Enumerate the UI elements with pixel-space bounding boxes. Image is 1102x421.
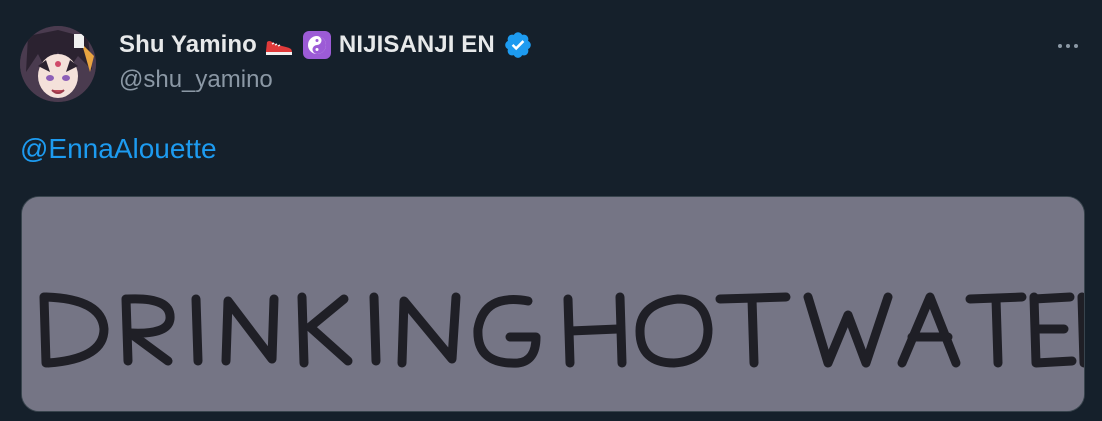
handwritten-image	[22, 197, 1084, 411]
verified-badge-icon[interactable]	[503, 30, 533, 60]
more-dot	[1074, 44, 1078, 48]
more-dot	[1066, 44, 1070, 48]
tweet-media-image[interactable]	[21, 196, 1085, 412]
tweet-card: Shu Yamino NIJISANJI EN @shu_yamino @Enn…	[0, 0, 1102, 421]
avatar[interactable]	[20, 26, 96, 102]
mention-link[interactable]: @EnnaAlouette	[20, 133, 217, 165]
yin-yang-emoji	[301, 29, 333, 61]
affiliation-name[interactable]: NIJISANJI EN	[339, 31, 495, 59]
sneaker-emoji	[263, 29, 295, 61]
avatar-image	[20, 26, 96, 102]
more-dot	[1058, 44, 1062, 48]
more-options-icon[interactable]	[1052, 34, 1084, 58]
author-name-row: Shu Yamino NIJISANJI EN	[119, 28, 533, 62]
display-name[interactable]: Shu Yamino	[119, 31, 257, 59]
author-handle[interactable]: @shu_yamino	[119, 66, 273, 94]
